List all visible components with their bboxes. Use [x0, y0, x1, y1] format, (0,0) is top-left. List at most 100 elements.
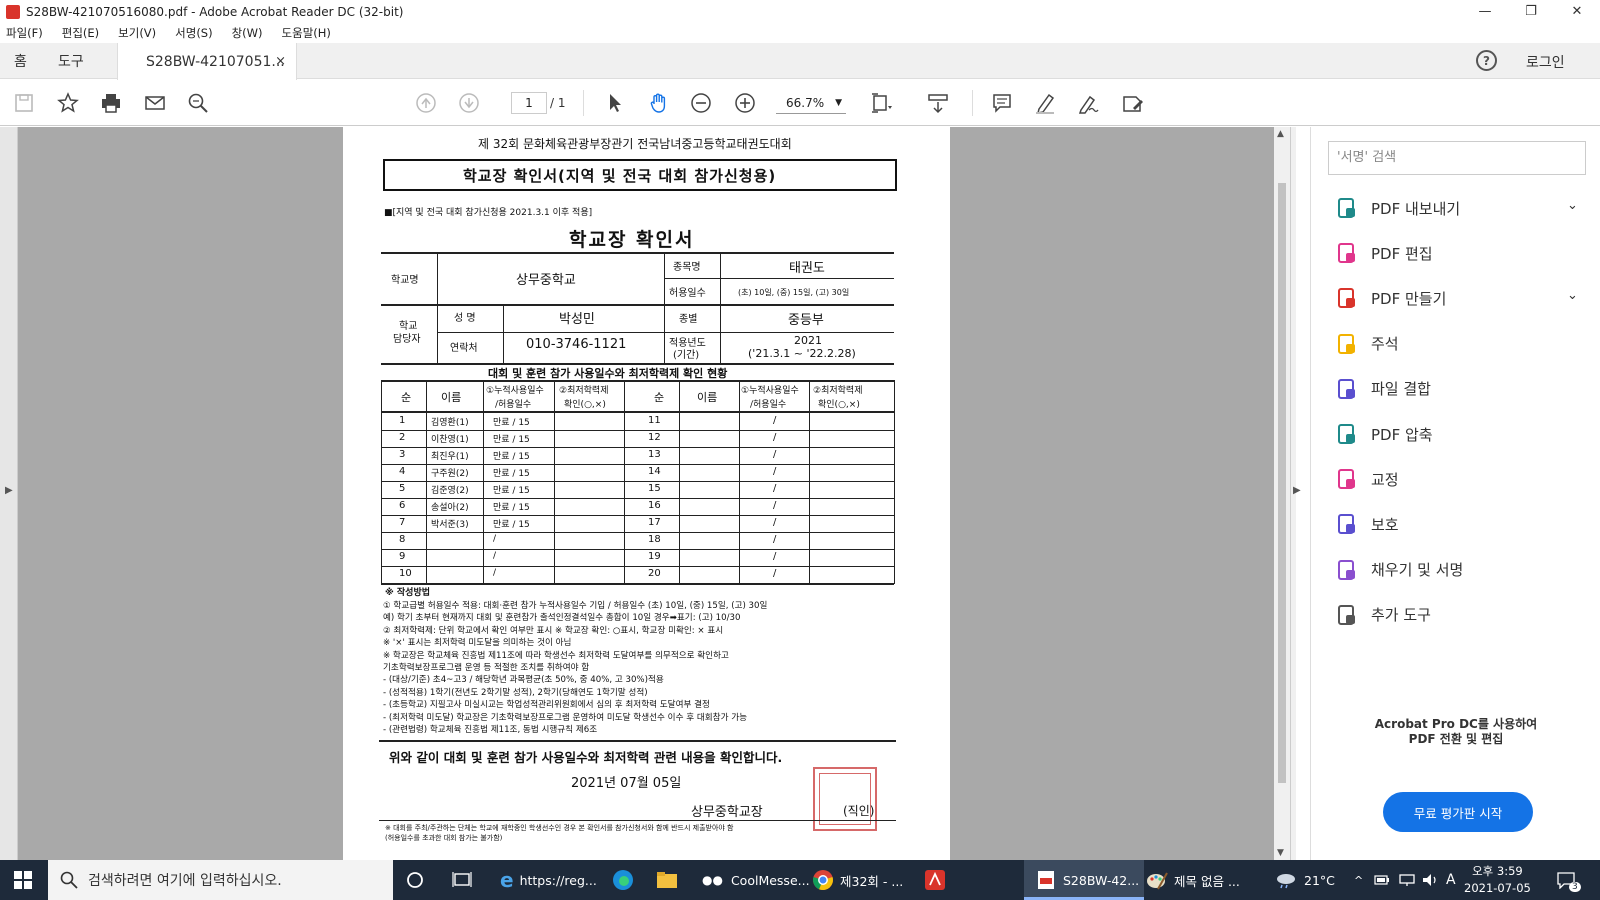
- search-zoom-icon[interactable]: [186, 91, 210, 115]
- battery-icon[interactable]: [1374, 860, 1390, 900]
- hand-tool-icon[interactable]: [647, 91, 671, 115]
- taskbar-app-ie[interactable]: e https://reg...: [500, 860, 597, 900]
- minimize-button[interactable]: —: [1462, 0, 1508, 23]
- doc-title: 학교장 확인서(지역 및 전국 대회 참가신청용): [463, 167, 777, 185]
- menu-file[interactable]: 파일(F): [6, 25, 43, 41]
- col-no-header: 순: [654, 391, 665, 404]
- scroll-down-icon[interactable]: ▼: [1277, 848, 1284, 858]
- acrobat-icon: [925, 870, 945, 890]
- event-label: 종목명: [673, 262, 701, 273]
- tool-icon: [1335, 332, 1359, 356]
- free-trial-button[interactable]: 무료 평가판 시작: [1383, 792, 1533, 832]
- scroll-up-icon[interactable]: ▲: [1277, 129, 1284, 139]
- tool-item[interactable]: PDF 편집: [1335, 241, 1433, 265]
- tools-search-input[interactable]: '서명' 검색: [1328, 141, 1586, 175]
- taskbar-app-paint[interactable]: 제목 없음 ...: [1146, 860, 1240, 900]
- tool-item[interactable]: 주석: [1335, 332, 1399, 356]
- tool-icon: [1335, 377, 1359, 401]
- menu-sign[interactable]: 서명(S): [175, 25, 212, 41]
- chevron-down-icon[interactable]: ⌄: [1567, 198, 1578, 213]
- year-period-value: ('21.3.1 ~ '22.2.28): [748, 347, 856, 360]
- row-number: 14: [648, 466, 661, 477]
- tool-item[interactable]: 교정: [1335, 467, 1399, 491]
- tool-item[interactable]: 채우기 및 서명: [1335, 558, 1463, 582]
- chevron-up-icon[interactable]: ^: [1354, 860, 1363, 900]
- print-icon[interactable]: [99, 91, 123, 115]
- row-name: 송설아(2): [431, 503, 469, 513]
- prev-page-icon[interactable]: [414, 91, 438, 115]
- tool-item[interactable]: PDF 압축: [1335, 422, 1433, 446]
- scroll-mode-icon[interactable]: [926, 91, 950, 115]
- zoom-out-icon[interactable]: [689, 91, 713, 115]
- row-days: 만료 / 15: [493, 469, 530, 479]
- menu-view[interactable]: 보기(V): [118, 25, 156, 41]
- table-border: [381, 252, 894, 254]
- taskbar-app-acrobat[interactable]: [924, 860, 946, 900]
- tool-icon: [1335, 603, 1359, 627]
- task-view-icon[interactable]: [452, 860, 472, 900]
- vertical-scrollbar[interactable]: ▲ ▼: [1274, 127, 1290, 860]
- login-button[interactable]: 로그인: [1526, 52, 1565, 72]
- select-cursor-icon[interactable]: [603, 91, 627, 115]
- scrollbar-thumb[interactable]: [1278, 183, 1286, 783]
- tab-home[interactable]: 홈: [14, 43, 27, 79]
- table-border: [381, 380, 894, 382]
- menu-window[interactable]: 창(W): [232, 25, 263, 41]
- menu-edit[interactable]: 편집(E): [62, 25, 99, 41]
- zoom-level-select[interactable]: 66.7% ▼: [776, 92, 846, 114]
- taskbar-app-explorer[interactable]: [656, 860, 678, 900]
- help-icon[interactable]: ?: [1476, 50, 1497, 71]
- taskbar-search-input[interactable]: 검색하려면 여기에 입력하십시오.: [48, 860, 393, 900]
- tab-close-icon[interactable]: ×: [275, 54, 286, 69]
- table-row-border: [381, 481, 894, 482]
- taskbar-app-edge[interactable]: [612, 860, 634, 900]
- collapse-right-pane-icon[interactable]: ▶: [1293, 485, 1301, 496]
- fill-sign-icon[interactable]: [1120, 91, 1144, 115]
- volume-icon[interactable]: [1422, 860, 1440, 900]
- taskbar-app-pdf-active[interactable]: S28BW-42...: [1024, 860, 1144, 900]
- page-number-input[interactable]: 1: [511, 92, 547, 114]
- tool-item[interactable]: 추가 도구: [1335, 603, 1431, 627]
- toolbar-divider: [583, 90, 584, 116]
- taskbar-app-coolmessenger[interactable]: ●● CoolMesse...: [702, 860, 810, 900]
- tab-document[interactable]: S28BW-42107051... ×: [117, 43, 297, 80]
- expand-left-pane-icon[interactable]: ▶: [5, 485, 13, 496]
- restore-button[interactable]: ❐: [1508, 0, 1554, 23]
- chevron-down-icon[interactable]: ⌄: [1567, 288, 1578, 303]
- windows-start-icon[interactable]: [14, 860, 32, 900]
- tool-label: 파일 결합: [1371, 380, 1431, 399]
- left-navigation-pane[interactable]: ▶: [0, 127, 18, 860]
- row-number: 17: [648, 517, 661, 528]
- tool-item[interactable]: PDF 내보내기 ⌄: [1335, 196, 1578, 220]
- cortana-icon[interactable]: [406, 860, 424, 900]
- document-viewport[interactable]: ▶ 제 32회 문화체육관광부장관기 전국남녀중고등학교태권도대회 학교장 확인…: [0, 127, 1301, 860]
- notification-center-icon[interactable]: 3: [1556, 860, 1581, 900]
- promo-text: Acrobat Pro DC를 사용하여 PDF 전환 및 편집: [1311, 717, 1600, 747]
- tool-item[interactable]: 보호: [1335, 512, 1399, 536]
- ime-indicator[interactable]: A: [1446, 860, 1456, 900]
- sign-pen-icon[interactable]: [1076, 91, 1100, 115]
- table-border: [679, 380, 680, 584]
- promo-line: Acrobat Pro DC를 사용하여: [1374, 717, 1538, 731]
- comment-icon[interactable]: [990, 91, 1014, 115]
- tab-tools[interactable]: 도구: [58, 43, 84, 79]
- network-icon[interactable]: [1398, 860, 1416, 900]
- taskbar-app-chrome[interactable]: 제32회 - ...: [812, 860, 903, 900]
- zoom-in-icon[interactable]: [733, 91, 757, 115]
- method-line: - (최저학력 미도달) 학교장은 기초학력보장프로그램 운영하여 미도달 학생…: [383, 712, 748, 723]
- page-fit-icon[interactable]: [869, 91, 893, 115]
- row-days: 만료 / 15: [493, 503, 530, 513]
- bookmark-star-icon[interactable]: [56, 91, 80, 115]
- system-clock[interactable]: 오후 3:59 2021-07-05: [1464, 863, 1531, 897]
- next-page-icon[interactable]: [457, 91, 481, 115]
- row-days: /: [773, 551, 777, 562]
- tool-item[interactable]: PDF 만들기 ⌄: [1335, 286, 1578, 310]
- email-icon[interactable]: [143, 91, 167, 115]
- tool-item[interactable]: 파일 결합: [1335, 377, 1431, 401]
- close-button[interactable]: ✕: [1554, 0, 1600, 23]
- save-icon[interactable]: [12, 91, 36, 115]
- weather-widget[interactable]: 21°C: [1274, 860, 1335, 900]
- highlight-pen-icon[interactable]: [1033, 91, 1057, 115]
- paint-icon: [1147, 872, 1168, 890]
- menu-help[interactable]: 도움말(H): [282, 25, 331, 41]
